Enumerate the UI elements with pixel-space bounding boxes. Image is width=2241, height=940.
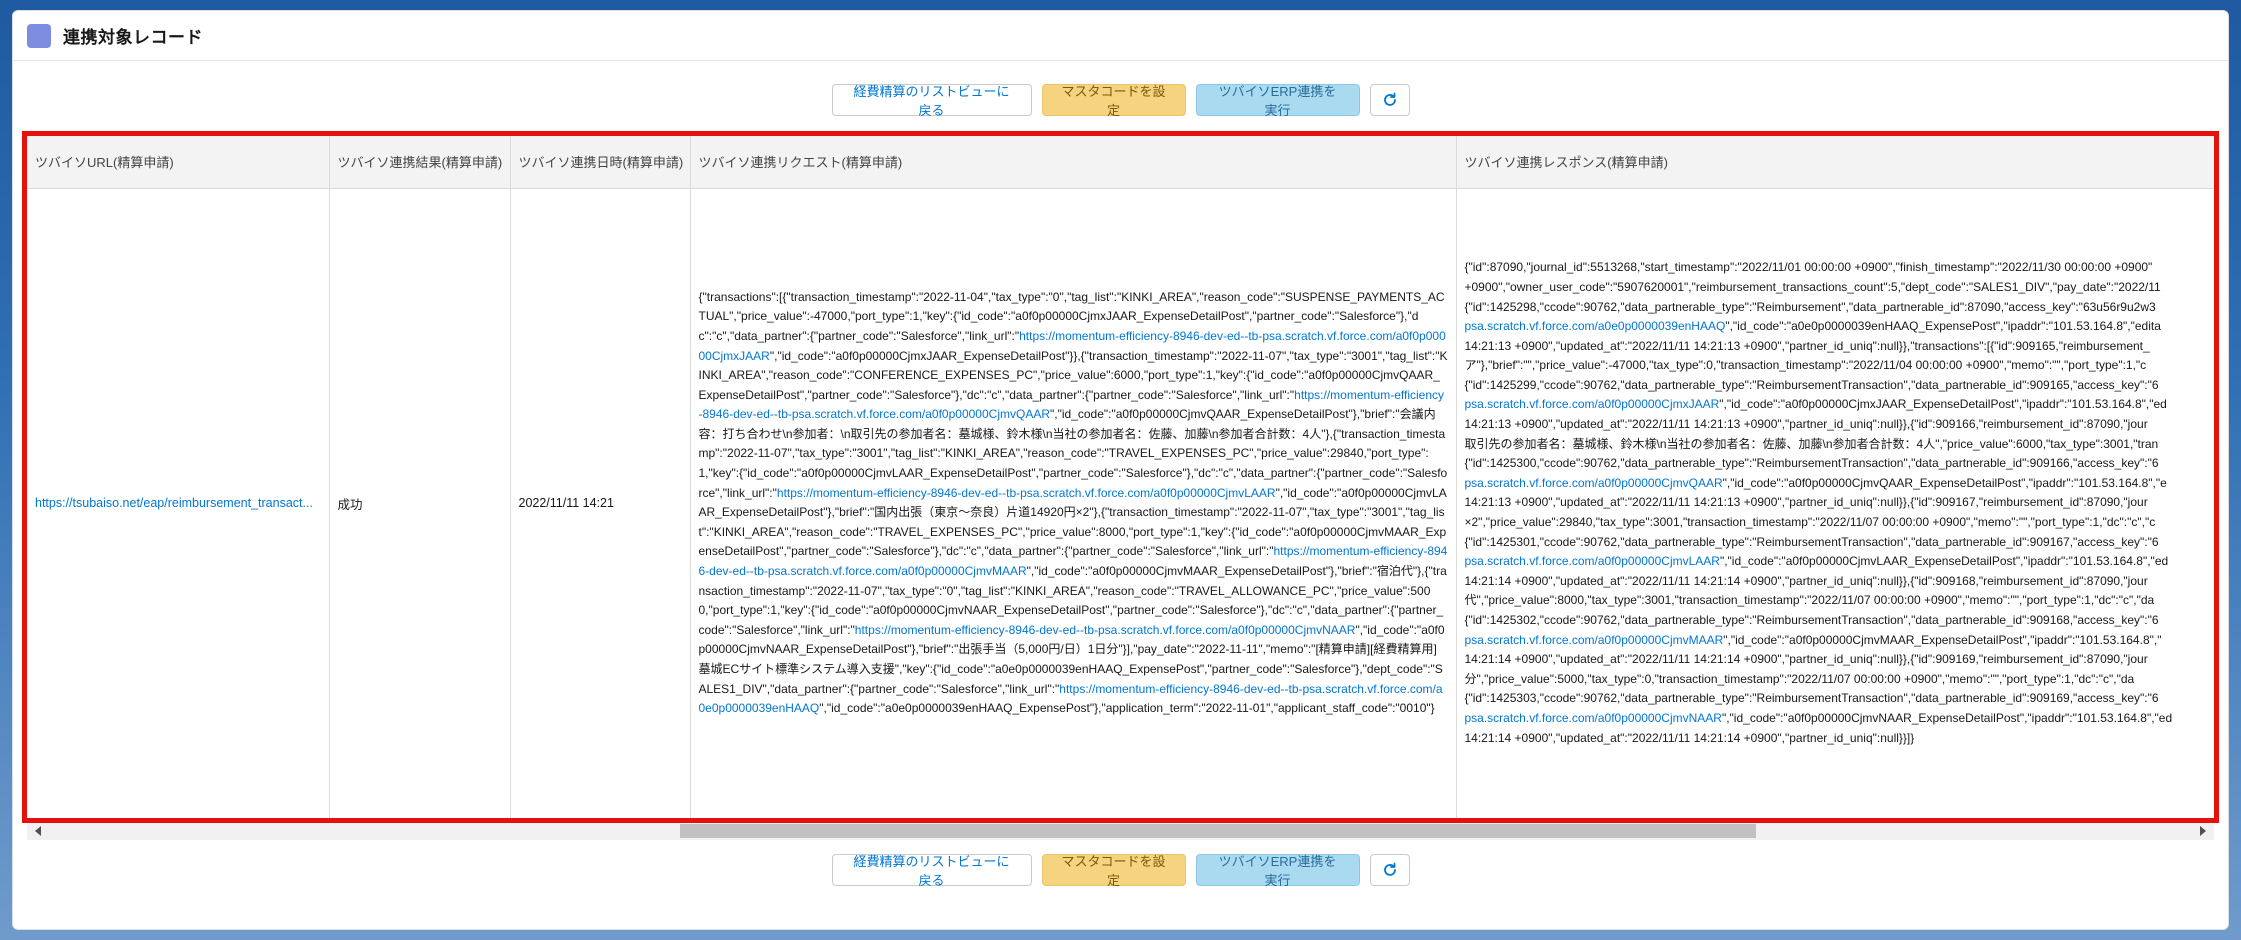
response-line: 分","price_value":5000,"tax_type":0,"tran…: [1465, 670, 2215, 690]
response-text-segment: {"id":87090,"journal_id":5513268,"start_…: [1464, 260, 2153, 275]
sync-response-cell: {"id":87090,"journal_id":5513268,"start_…: [1456, 188, 2214, 818]
response-line: 14:21:14 +0900","updated_at":"2022/11/11…: [1465, 572, 2215, 592]
request-link[interactable]: https://momentum-efficiency-8946-dev-ed-…: [855, 623, 1356, 637]
response-line: 14:21:14 +0900","updated_at":"2022/11/11…: [1465, 729, 2215, 749]
card-title: 連携対象レコード: [63, 28, 203, 47]
response-text-segment: ","id_code":"a0f0p00000CjmvNAAR_ExpenseD…: [1721, 710, 2173, 725]
response-text-segment: {"id":1425299,"ccode":90762,"data_partne…: [1464, 377, 2159, 392]
response-line: 14:21:13 +0900","updated_at":"2022/11/11…: [1465, 337, 2215, 357]
records-table-container: ツバイソURL(精算申請) ツバイソ連携結果(精算申請) ツバイソ連携日時(精算…: [27, 136, 2214, 818]
response-json-text: {"id":87090,"journal_id":5513268,"start_…: [1465, 258, 2215, 748]
response-text-segment: ","id_code":"a0f0p00000CjmxJAAR_ExpenseD…: [1719, 397, 2167, 412]
response-text-segment: ×2","price_value":29840,"tax_type":3001,…: [1464, 515, 2156, 530]
response-text-segment: ","id_code":"a0e0p0000039enHAAQ_ExpenseP…: [1725, 319, 2161, 334]
response-link[interactable]: psa.scratch.vf.force.com/a0f0p00000CjmvQ…: [1465, 476, 1723, 490]
request-json-text: {"transactions":[{"transaction_timestamp…: [699, 288, 1448, 719]
column-header-url[interactable]: ツバイソURL(精算申請): [27, 136, 330, 189]
response-text-segment: 14:21:14 +0900","updated_at":"2022/11/11…: [1464, 730, 1915, 745]
refresh-button[interactable]: [1369, 84, 1410, 116]
card-header: 連携対象レコード: [13, 11, 2228, 61]
response-link[interactable]: psa.scratch.vf.force.com/a0e0p0000039enH…: [1465, 319, 1726, 333]
response-text-segment: {"id":1425301,"ccode":90762,"data_partne…: [1464, 534, 2159, 549]
column-header-result[interactable]: ツバイソ連携結果(精算申請): [329, 136, 511, 189]
response-line: psa.scratch.vf.force.com/a0f0p00000CjmvL…: [1465, 552, 2215, 572]
response-text-segment: ","id_code":"a0f0p00000CjmvQAAR_ExpenseD…: [1722, 475, 2167, 490]
response-text-segment: 14:21:13 +0900","updated_at":"2022/11/11…: [1464, 417, 2148, 432]
response-line: psa.scratch.vf.force.com/a0f0p00000CjmvM…: [1465, 631, 2215, 651]
response-text-segment: 代","price_value":8000,"tax_type":3001,"t…: [1464, 593, 2155, 608]
response-line: {"id":1425298,"ccode":90762,"data_partne…: [1465, 298, 2215, 318]
response-line: psa.scratch.vf.force.com/a0f0p00000CjmvQ…: [1465, 474, 2215, 494]
refresh-icon: [1383, 862, 1396, 876]
top-toolbar: 経費精算のリストビューに戻る マスタコードを設定 ツバイソERP連携を実行: [0, 84, 2241, 118]
scrollbar-thumb[interactable]: [680, 824, 1756, 838]
column-header-request[interactable]: ツバイソ連携リクエスト(精算申請): [690, 136, 1457, 189]
response-text-segment: ","id_code":"a0f0p00000CjmvLAAR_ExpenseD…: [1719, 554, 2169, 569]
response-text-segment: ア"},"brief":"","price_value":-47000,"tax…: [1464, 358, 2147, 373]
response-line: psa.scratch.vf.force.com/a0e0p0000039enH…: [1465, 317, 2215, 337]
run-erp-sync-button[interactable]: ツバイソERP連携を実行: [1195, 84, 1360, 118]
response-link[interactable]: psa.scratch.vf.force.com/a0f0p00000CjmvL…: [1465, 554, 1720, 568]
response-line: ア"},"brief":"","price_value":-47000,"tax…: [1465, 356, 2215, 376]
response-text-segment: {"id":1425303,"ccode":90762,"data_partne…: [1464, 691, 2159, 706]
response-line: 14:21:13 +0900","updated_at":"2022/11/11…: [1465, 493, 2215, 513]
record-icon: [27, 23, 51, 48]
set-master-code-button-bottom[interactable]: マスタコードを設定: [1041, 854, 1186, 888]
refresh-icon: [1383, 92, 1396, 106]
response-link[interactable]: psa.scratch.vf.force.com/a0f0p00000CjmvM…: [1465, 633, 1724, 647]
response-line: psa.scratch.vf.force.com/a0f0p00000CjmvN…: [1465, 709, 2215, 729]
request-link[interactable]: https://momentum-efficiency-8946-dev-ed-…: [777, 486, 1276, 500]
response-line: {"id":1425300,"ccode":90762,"data_partne…: [1465, 454, 2215, 474]
response-line: psa.scratch.vf.force.com/a0f0p00000CjmxJ…: [1465, 395, 2215, 415]
request-text-segment: ","id_code":"a0e0p0000039enHAAQ_ExpenseP…: [819, 701, 1435, 716]
response-link[interactable]: psa.scratch.vf.force.com/a0f0p00000CjmvN…: [1465, 711, 1722, 725]
response-text-segment: +0900","owner_user_code":"5907620001","r…: [1464, 279, 2161, 294]
back-to-list-button[interactable]: 経費精算のリストビューに戻る: [831, 84, 1032, 118]
response-text-segment: 14:21:13 +0900","updated_at":"2022/11/11…: [1464, 338, 2150, 353]
response-line: 取引先の参加者名：墓城様、鈴木様\n当社の参加者名：佐藤、加藤\n参加者合計数：…: [1465, 435, 2215, 455]
response-line: ×2","price_value":29840,"tax_type":3001,…: [1465, 513, 2215, 533]
sync-request-cell: {"transactions":[{"transaction_timestamp…: [690, 188, 1457, 818]
response-line: +0900","owner_user_code":"5907620001","r…: [1465, 278, 2215, 298]
scroll-left-arrow-icon[interactable]: [35, 826, 41, 836]
table-row: https://tsubaiso.net/eap/reimbursement_t…: [27, 188, 2214, 818]
run-erp-sync-button-bottom[interactable]: ツバイソERP連携を実行: [1195, 854, 1360, 888]
response-line: {"id":1425302,"ccode":90762,"data_partne…: [1465, 611, 2215, 631]
horizontal-scrollbar[interactable]: [27, 822, 2214, 840]
response-line: 代","price_value":8000,"tax_type":3001,"t…: [1465, 591, 2215, 611]
response-line: {"id":87090,"journal_id":5513268,"start_…: [1465, 258, 2215, 278]
response-text-segment: 分","price_value":5000,"tax_type":0,"tran…: [1464, 671, 2135, 686]
response-text-segment: 14:21:13 +0900","updated_at":"2022/11/11…: [1464, 495, 2148, 510]
response-text-segment: ","id_code":"a0f0p00000CjmvMAAR_ExpenseD…: [1723, 632, 2162, 647]
response-link[interactable]: psa.scratch.vf.force.com/a0f0p00000CjmxJ…: [1465, 397, 1720, 411]
refresh-button-bottom[interactable]: [1369, 854, 1410, 886]
back-to-list-button-bottom[interactable]: 経費精算のリストビューに戻る: [831, 854, 1032, 888]
response-line: {"id":1425299,"ccode":90762,"data_partne…: [1465, 376, 2215, 396]
table-header-row: ツバイソURL(精算申請) ツバイソ連携結果(精算申請) ツバイソ連携日時(精算…: [27, 136, 2214, 189]
column-header-datetime[interactable]: ツバイソ連携日時(精算申請): [510, 136, 691, 189]
column-header-response[interactable]: ツバイソ連携レスポンス(精算申請): [1456, 136, 2214, 189]
response-line: {"id":1425303,"ccode":90762,"data_partne…: [1465, 689, 2215, 709]
response-text-segment: 14:21:14 +0900","updated_at":"2022/11/11…: [1464, 573, 2148, 588]
response-text-segment: 14:21:14 +0900","updated_at":"2022/11/11…: [1464, 652, 2148, 667]
tsubaiso-url-link[interactable]: https://tsubaiso.net/eap/reimbursement_t…: [27, 188, 330, 818]
response-line: {"id":1425301,"ccode":90762,"data_partne…: [1465, 533, 2215, 553]
sync-datetime-cell: 2022/11/11 14:21: [510, 188, 691, 818]
response-line: 14:21:13 +0900","updated_at":"2022/11/11…: [1465, 415, 2215, 435]
response-line: 14:21:14 +0900","updated_at":"2022/11/11…: [1465, 650, 2215, 670]
sync-result-cell: 成功: [329, 188, 511, 818]
set-master-code-button[interactable]: マスタコードを設定: [1041, 84, 1186, 118]
bottom-toolbar: 経費精算のリストビューに戻る マスタコードを設定 ツバイソERP連携を実行: [0, 854, 2241, 888]
response-text-segment: 取引先の参加者名：墓城様、鈴木様\n当社の参加者名：佐藤、加藤\n参加者合計数：…: [1464, 436, 2159, 451]
response-text-segment: {"id":1425300,"ccode":90762,"data_partne…: [1464, 456, 2159, 471]
records-table: ツバイソURL(精算申請) ツバイソ連携結果(精算申請) ツバイソ連携日時(精算…: [27, 136, 2214, 818]
response-text-segment: {"id":1425302,"ccode":90762,"data_partne…: [1464, 613, 2159, 628]
response-text-segment: {"id":1425298,"ccode":90762,"data_partne…: [1464, 299, 2156, 314]
scroll-right-arrow-icon[interactable]: [2200, 826, 2206, 836]
